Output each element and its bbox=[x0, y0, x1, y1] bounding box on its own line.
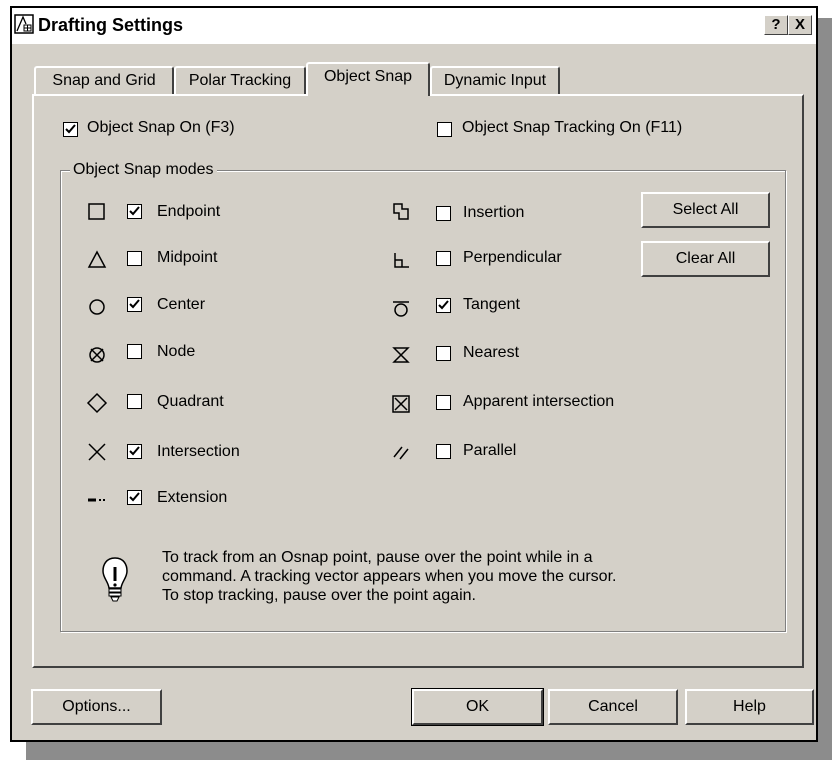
extension-label: Extension bbox=[157, 489, 228, 506]
help-title-button[interactable]: ? bbox=[764, 15, 788, 35]
tracking-hint-text: To track from an Osnap point, pause over… bbox=[162, 548, 762, 605]
tab-object-snap[interactable]: Object Snap bbox=[306, 62, 430, 96]
intersection-label: Intersection bbox=[157, 443, 240, 460]
osnap-on-checkbox[interactable] bbox=[63, 122, 78, 137]
insertion-checkbox[interactable] bbox=[436, 206, 451, 221]
center-checkbox[interactable] bbox=[127, 297, 142, 312]
tangent-label: Tangent bbox=[463, 296, 520, 313]
quadrant-label: Quadrant bbox=[157, 393, 224, 410]
tangent-checkbox[interactable] bbox=[436, 298, 451, 313]
apparent-intersection-icon bbox=[392, 395, 410, 413]
options-button[interactable]: Options... bbox=[31, 689, 162, 725]
tab-polar-tracking[interactable]: Polar Tracking bbox=[174, 66, 306, 96]
select-all-button[interactable]: Select All bbox=[641, 192, 770, 228]
extension-icon bbox=[88, 498, 105, 502]
tab-dynamic-input[interactable]: Dynamic Input bbox=[430, 66, 560, 96]
perpendicular-checkbox[interactable] bbox=[436, 251, 451, 266]
apparent-intersection-label: Apparent intersection bbox=[463, 393, 615, 410]
tracking-on-label: Object Snap Tracking On (F11) bbox=[462, 119, 683, 136]
nearest-label: Nearest bbox=[463, 344, 520, 361]
hint-line-3: To stop tracking, pause over the point a… bbox=[162, 587, 476, 604]
close-button[interactable]: X bbox=[788, 15, 812, 35]
nearest-checkbox[interactable] bbox=[436, 346, 451, 361]
midpoint-label: Midpoint bbox=[157, 249, 218, 266]
perpendicular-label: Perpendicular bbox=[463, 249, 562, 266]
endpoint-checkbox[interactable] bbox=[127, 204, 142, 219]
nearest-icon bbox=[392, 347, 410, 363]
endpoint-icon bbox=[88, 203, 105, 220]
osnap-on-label: Object Snap On (F3) bbox=[87, 119, 235, 136]
title-bar[interactable]: Drafting Settings ? X bbox=[12, 8, 816, 45]
extension-checkbox[interactable] bbox=[127, 490, 142, 505]
insertion-icon bbox=[393, 203, 409, 220]
node-icon bbox=[89, 347, 105, 363]
clear-all-button[interactable]: Clear All bbox=[641, 241, 770, 277]
quadrant-checkbox[interactable] bbox=[127, 394, 142, 409]
parallel-icon bbox=[393, 446, 409, 460]
tangent-icon bbox=[393, 301, 409, 317]
intersection-icon bbox=[88, 443, 106, 461]
intersection-checkbox[interactable] bbox=[127, 444, 142, 459]
endpoint-label: Endpoint bbox=[157, 203, 221, 220]
parallel-label: Parallel bbox=[463, 442, 517, 459]
node-label: Node bbox=[157, 343, 196, 360]
hint-line-2: command. A tracking vector appears when … bbox=[162, 568, 617, 585]
midpoint-icon bbox=[87, 250, 107, 268]
group-title: Object Snap modes bbox=[70, 161, 217, 179]
perpendicular-icon bbox=[394, 253, 409, 268]
app-icon bbox=[14, 14, 34, 34]
tab-snap-and-grid[interactable]: Snap and Grid bbox=[34, 66, 174, 96]
cancel-button[interactable]: Cancel bbox=[548, 689, 678, 725]
center-icon bbox=[89, 299, 105, 315]
ok-button[interactable]: OK bbox=[411, 688, 544, 726]
parallel-checkbox[interactable] bbox=[436, 444, 451, 459]
insertion-label: Insertion bbox=[463, 204, 525, 221]
node-checkbox[interactable] bbox=[127, 344, 142, 359]
hint-line-1: To track from an Osnap point, pause over… bbox=[162, 549, 593, 566]
tracking-on-checkbox[interactable] bbox=[437, 122, 452, 137]
center-label: Center bbox=[157, 296, 206, 313]
window-title: Drafting Settings bbox=[38, 15, 184, 35]
help-button[interactable]: Help bbox=[685, 689, 814, 725]
quadrant-icon bbox=[86, 392, 108, 414]
midpoint-checkbox[interactable] bbox=[127, 251, 142, 266]
apparent-intersection-checkbox[interactable] bbox=[436, 395, 451, 410]
lightbulb-icon bbox=[102, 557, 128, 602]
